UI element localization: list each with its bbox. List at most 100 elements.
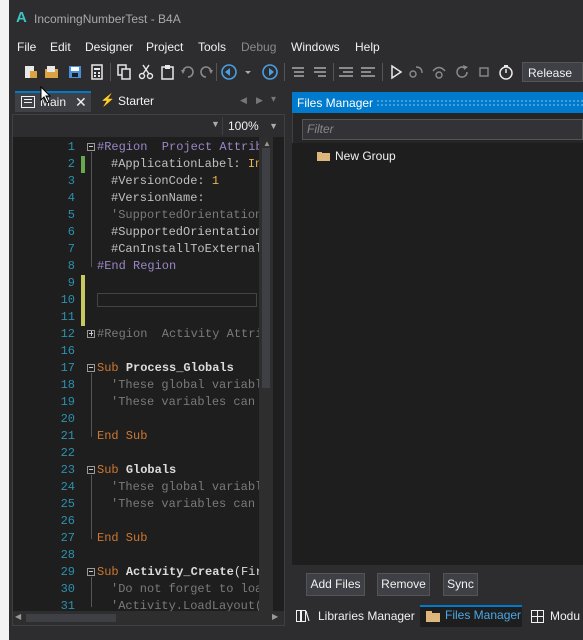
module-icon bbox=[21, 96, 35, 108]
back-icon[interactable] bbox=[221, 64, 237, 80]
line-number: 9 bbox=[67, 276, 75, 290]
dropdown-icon[interactable] bbox=[243, 64, 253, 80]
scroll-right-icon[interactable]: ▶ bbox=[272, 612, 278, 621]
files-manager-title: Files Manager bbox=[297, 96, 374, 110]
line-number: 31 bbox=[60, 599, 75, 611]
expand-region-icon[interactable] bbox=[87, 330, 95, 338]
titlebar-grip[interactable] bbox=[376, 99, 583, 107]
background-window-edge bbox=[0, 0, 9, 640]
code-line: #Region Project Attrib bbox=[97, 139, 259, 156]
line-number: 10 bbox=[60, 293, 75, 307]
code-area[interactable]: 1 #Region Project Attrib 2 #ApplicationLabe… bbox=[13, 137, 259, 611]
folder-icon bbox=[317, 152, 330, 161]
collapse-region-icon[interactable] bbox=[87, 364, 95, 372]
b4a-logo-icon: A bbox=[16, 9, 27, 26]
undo-icon[interactable] bbox=[180, 64, 196, 80]
tree-item-new-group[interactable]: New Group bbox=[335, 149, 396, 163]
code-line: #ApplicationLabel: In bbox=[111, 156, 259, 173]
collapse-region-icon[interactable] bbox=[87, 466, 95, 474]
tab-modules-label: Modu bbox=[550, 609, 581, 623]
menu-windows[interactable]: Windows bbox=[291, 40, 340, 54]
tab-files-manager[interactable]: Files Manager bbox=[420, 605, 522, 627]
code-token: #Region Activity Attri bbox=[97, 327, 259, 341]
sub-dropdown-icon[interactable]: ▼ bbox=[211, 119, 220, 129]
horizontal-scroll-thumb[interactable] bbox=[26, 614, 116, 622]
run-icon[interactable] bbox=[388, 64, 404, 80]
filter-input[interactable]: Filter bbox=[302, 119, 583, 140]
window-title: IncomingNumberTest - B4A bbox=[34, 12, 181, 26]
code-line: 'These global variabl bbox=[111, 479, 259, 496]
close-tab-icon[interactable]: ✕ bbox=[75, 94, 87, 111]
scroll-up-icon[interactable]: ▲ bbox=[263, 139, 271, 148]
copy-icon[interactable] bbox=[116, 64, 132, 80]
timer-icon[interactable] bbox=[498, 64, 514, 80]
zoom-select[interactable]: 100% ▼ bbox=[222, 117, 284, 135]
redo-icon[interactable] bbox=[198, 64, 214, 80]
new-icon[interactable] bbox=[22, 64, 38, 80]
code-token: 'These global variabl bbox=[111, 378, 259, 392]
code-token: 1 bbox=[211, 174, 220, 188]
line-number: 23 bbox=[60, 463, 75, 477]
line-number: 21 bbox=[60, 429, 75, 443]
forward-icon[interactable] bbox=[262, 64, 278, 80]
tab-files-manager-label: Files Manager bbox=[445, 608, 522, 622]
code-line: End Sub bbox=[97, 428, 147, 445]
change-marker bbox=[81, 309, 85, 326]
menu-debug[interactable]: Debug bbox=[241, 40, 276, 54]
fold-guide bbox=[91, 152, 92, 267]
toolbar-separator bbox=[216, 63, 217, 81]
collapse-region-icon[interactable] bbox=[87, 568, 95, 576]
step-icon[interactable] bbox=[408, 64, 424, 80]
build-config-select[interactable]: Release bbox=[522, 62, 583, 82]
menu-help[interactable]: Help bbox=[355, 40, 380, 54]
code-line: Sub Activity_Create(Fir bbox=[97, 564, 259, 581]
files-tree[interactable] bbox=[292, 143, 583, 565]
cut-icon[interactable] bbox=[138, 64, 154, 80]
tab-starter-label: Starter bbox=[118, 94, 155, 108]
toolbar-separator bbox=[333, 63, 334, 81]
line-number: 25 bbox=[60, 497, 75, 511]
code-token: #VersionCode: bbox=[111, 174, 212, 188]
vertical-scroll-thumb[interactable] bbox=[262, 148, 270, 388]
open-icon[interactable] bbox=[44, 64, 60, 80]
menu-tools[interactable]: Tools bbox=[198, 40, 226, 54]
tab-list-icon[interactable]: ▾ bbox=[271, 94, 276, 105]
tab-scroll-right-icon[interactable]: ▶ bbox=[256, 95, 263, 106]
comment-icon[interactable] bbox=[290, 64, 306, 80]
tab-starter[interactable]: ⚡ Starter bbox=[95, 91, 175, 112]
step-over-icon[interactable] bbox=[431, 64, 447, 80]
collapse-region-icon[interactable] bbox=[87, 143, 95, 151]
calculator-icon[interactable] bbox=[89, 64, 105, 80]
change-marker bbox=[81, 292, 85, 309]
menu-designer[interactable]: Designer bbox=[85, 40, 133, 54]
outdent-icon[interactable] bbox=[360, 64, 376, 80]
sync-button[interactable]: Sync bbox=[443, 573, 478, 596]
scroll-left-icon[interactable]: ◀ bbox=[15, 612, 21, 621]
line-number: 27 bbox=[60, 531, 75, 545]
line-number: 20 bbox=[60, 412, 75, 426]
code-token: 'These global variabl bbox=[111, 480, 259, 494]
code-token: #ApplicationLabel: bbox=[111, 157, 248, 171]
line-number: 12 bbox=[60, 327, 75, 341]
add-files-button[interactable]: Add Files bbox=[306, 573, 365, 596]
code-line: 'These variables can bbox=[111, 496, 255, 513]
stop-icon[interactable] bbox=[476, 64, 492, 80]
mouse-cursor-icon bbox=[40, 86, 52, 104]
line-number: 30 bbox=[60, 582, 75, 596]
indent-icon[interactable] bbox=[338, 64, 354, 80]
menu-file[interactable]: File bbox=[17, 40, 36, 54]
menu-edit[interactable]: Edit bbox=[50, 40, 71, 54]
code-token: 'These variables can bbox=[111, 497, 256, 511]
restart-icon[interactable] bbox=[454, 64, 470, 80]
line-number: 3 bbox=[67, 174, 75, 188]
line-number: 6 bbox=[67, 225, 75, 239]
code-token: Activity_Create bbox=[125, 565, 234, 579]
uncomment-icon[interactable] bbox=[312, 64, 328, 80]
menu-project[interactable]: Project bbox=[146, 40, 183, 54]
line-number: 19 bbox=[60, 395, 75, 409]
tab-main[interactable]: Main ✕ bbox=[15, 91, 91, 112]
remove-button[interactable]: Remove bbox=[377, 573, 430, 596]
tab-scroll-left-icon[interactable]: ◀ bbox=[240, 95, 247, 106]
save-icon[interactable] bbox=[67, 64, 83, 80]
paste-icon[interactable] bbox=[160, 64, 176, 80]
